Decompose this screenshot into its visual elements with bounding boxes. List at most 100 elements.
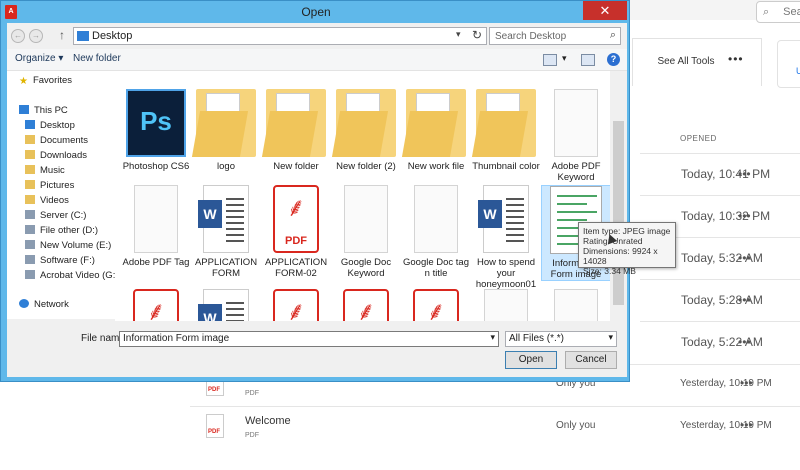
file-item[interactable]: New folder (2) [331, 89, 401, 172]
row-more-icon[interactable]: ••• [738, 167, 751, 181]
search-placeholder: Search Desktop [495, 31, 567, 42]
row-more-icon[interactable]: ••• [740, 376, 753, 390]
word-doc-icon: W [478, 185, 529, 253]
view-options-icon[interactable] [543, 54, 557, 66]
breadcrumb[interactable]: Desktop [92, 30, 132, 42]
text-line-shape [226, 210, 244, 212]
file-type: PDF [245, 390, 259, 397]
document-icon [134, 185, 178, 253]
close-button[interactable]: ✕ [583, 1, 627, 20]
file-item[interactable]: logo [191, 89, 261, 172]
search-input[interactable]: Search Desktop ⌕ [489, 27, 621, 45]
file-item[interactable]: ⸙PDF [121, 289, 191, 321]
vertical-scrollbar[interactable] [610, 71, 627, 321]
back-icon[interactable]: ← [11, 29, 25, 43]
scrollbar-thumb[interactable] [613, 121, 624, 305]
refresh-icon[interactable]: ↻ [472, 28, 482, 42]
nav-pictures[interactable]: Pictures [25, 180, 74, 195]
folder-flap-shape [401, 111, 459, 157]
recent-opened: Today, 10:41 PM [681, 167, 771, 181]
chevron-down-icon[interactable]: ▾ [562, 53, 567, 64]
downloads-icon [25, 150, 35, 159]
nav-music[interactable]: Music [25, 165, 65, 180]
file-name-value: Information Form image [123, 333, 230, 344]
file-item[interactable] [471, 289, 541, 321]
file-item[interactable]: ⸙PDF [401, 289, 471, 321]
file-item[interactable]: Thumbnail color [471, 89, 541, 172]
app-search-input[interactable]: ⌕Search [756, 1, 800, 23]
row-more-icon[interactable]: ••• [738, 251, 751, 265]
row-more-icon[interactable]: ••• [738, 293, 751, 307]
preview-pane-icon[interactable] [581, 54, 595, 66]
star-icon: ★ [19, 76, 28, 87]
nav-documents[interactable]: Documents [25, 135, 88, 150]
side-card[interactable]: U [777, 40, 800, 88]
up-icon[interactable]: ↑ [59, 28, 65, 42]
file-item[interactable]: ⸙ PDF APPLICATION FORM-02 [261, 185, 331, 279]
file-item[interactable]: W [191, 289, 261, 321]
file-type-select[interactable]: All Files (*.*) ▾ [505, 331, 617, 347]
nav-downloads[interactable]: Downloads [25, 150, 87, 165]
row-more-icon[interactable]: ••• [740, 418, 753, 432]
nav-drive-f[interactable]: Software (F:) [25, 255, 95, 270]
nav-drive-g[interactable]: Acrobat Video (G:) [25, 270, 119, 285]
file-item[interactable]: Adobe PDF Keyword [541, 89, 610, 183]
nav-network[interactable]: Network [19, 299, 69, 314]
nav-favorites[interactable]: ★ Favorites [19, 75, 72, 90]
recent-row[interactable]: Today, 10:41 PM ••• [640, 153, 800, 195]
row-more-icon[interactable]: ••• [738, 335, 751, 349]
file-item[interactable]: W APPLICATION FORM [191, 185, 261, 279]
recent-row[interactable]: Today, 5:22 AM ••• [640, 321, 800, 363]
see-all-tools-button[interactable]: See All Tools [652, 51, 720, 73]
nav-label: Documents [40, 135, 89, 146]
file-item[interactable]: Google Doc tag n title [401, 185, 471, 279]
opened-column-header[interactable]: OPENED [680, 134, 717, 143]
nav-this-pc[interactable]: This PC [19, 105, 68, 120]
pdf-file-icon-label: PDF [208, 387, 220, 393]
chevron-down-icon[interactable]: ▾ [608, 332, 613, 343]
address-bar[interactable]: Desktop ▾ ↻ [73, 27, 487, 45]
file-name-field[interactable]: Information Form image ▾ [119, 331, 499, 347]
row-more-icon[interactable]: ••• [738, 209, 751, 223]
nav-label: This PC [34, 105, 68, 116]
nav-drive-c[interactable]: Server (C:) [25, 210, 86, 225]
nav-drive-e[interactable]: New Volume (E:) [25, 240, 111, 255]
document-icon [554, 89, 598, 157]
chevron-down-icon[interactable]: ▾ [490, 332, 495, 343]
tools-more-icon[interactable]: ••• [728, 52, 744, 66]
nav-desktop[interactable]: Desktop [25, 120, 75, 135]
file-item[interactable]: ⸙PDF [261, 289, 331, 321]
file-item[interactable]: New folder [261, 89, 331, 172]
cancel-button[interactable]: Cancel [565, 351, 617, 369]
open-button[interactable]: Open [505, 351, 557, 369]
file-item-label: Google Doc Keyword [340, 257, 392, 279]
thumbnail-line-shape [557, 203, 587, 205]
forward-icon[interactable]: → [29, 29, 43, 43]
drive-icon [25, 255, 35, 264]
new-folder-button[interactable]: New folder [73, 53, 121, 64]
open-dialog: A Open ✕ ← → ↑ Desktop ▾ ↻ Search Deskto… [0, 0, 630, 382]
side-card-link[interactable]: U [796, 66, 800, 76]
organize-button[interactable]: Organize ▾ [15, 53, 63, 64]
folder-flap-shape [331, 111, 389, 157]
file-item[interactable]: Google Doc Keyword [331, 185, 401, 279]
dialog-titlebar[interactable]: A Open ✕ [1, 1, 631, 23]
text-line-shape [506, 198, 524, 200]
document-icon [554, 289, 598, 321]
file-item[interactable]: Adobe PDF Tag [121, 185, 191, 268]
file-item[interactable]: New work file [401, 89, 471, 172]
help-icon[interactable]: ? [607, 53, 620, 66]
nav-label: Downloads [40, 150, 87, 161]
file-row[interactable]: PDF Welcome PDF Only you Yesterday, 10:1… [190, 406, 800, 448]
file-item-label: logo [217, 161, 235, 172]
chevron-down-icon[interactable]: ▾ [456, 29, 461, 40]
file-item[interactable]: W How to spend your honeymoon01 [471, 185, 541, 290]
recent-row[interactable]: Today, 5:28 AM ••• [640, 279, 800, 321]
nav-videos[interactable]: Videos [25, 195, 69, 210]
nav-drive-d[interactable]: File other (D:) [25, 225, 98, 240]
file-item[interactable]: Ps Photoshop CS6 [121, 89, 191, 172]
file-name[interactable]: Welcome [245, 415, 291, 427]
file-item[interactable]: ⸙PDF [331, 289, 401, 321]
file-item-label: New work file [407, 161, 465, 172]
file-item[interactable] [541, 289, 610, 321]
